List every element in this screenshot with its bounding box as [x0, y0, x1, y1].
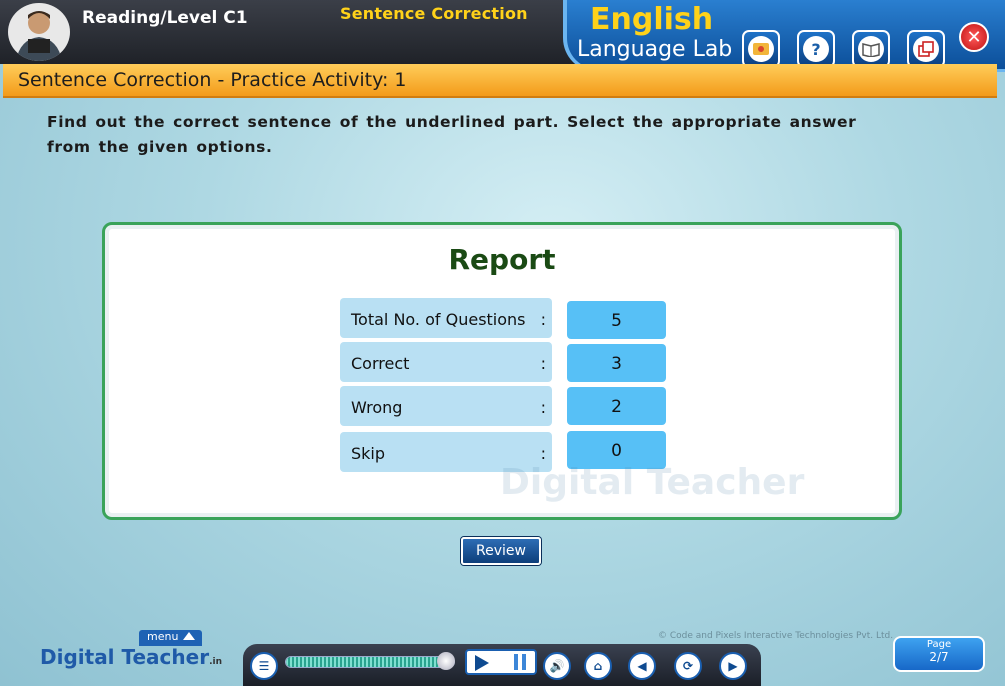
- speaker-icon: 🔊: [549, 659, 565, 673]
- window-button[interactable]: [907, 30, 945, 68]
- page-indicator: Page 2/7: [893, 636, 985, 672]
- menu-label: menu: [147, 630, 179, 643]
- progress-bar[interactable]: [285, 656, 455, 668]
- review-button[interactable]: Review: [461, 537, 541, 565]
- brand-logo: Digital Teacher.in: [40, 645, 222, 669]
- replay-button[interactable]: ⟳: [674, 652, 702, 680]
- report-label-text: Wrong: [351, 398, 403, 417]
- next-button[interactable]: ▶: [719, 652, 747, 680]
- replay-icon: ⟳: [682, 659, 694, 673]
- glossary-icon: [858, 36, 884, 62]
- report-colon: :: [540, 354, 546, 373]
- brand-suffix: .in: [209, 657, 222, 667]
- next-icon: ▶: [728, 659, 738, 673]
- report-label-text: Correct: [351, 354, 410, 373]
- window-icon: [913, 36, 939, 62]
- report-colon: :: [540, 398, 546, 417]
- close-icon: ✕: [966, 26, 982, 48]
- previous-icon: ◀: [637, 659, 647, 673]
- report-title: Report: [448, 243, 556, 276]
- page-label: Page: [926, 639, 952, 650]
- close-button[interactable]: ✕: [959, 22, 989, 52]
- report-row-wrong-value: 2: [567, 387, 666, 425]
- activity-title: Sentence Correction - Practice Activity:…: [18, 69, 407, 91]
- copyright-text: © Code and Pixels Interactive Technologi…: [658, 631, 894, 641]
- home-icon: ⌂: [593, 659, 603, 673]
- watermark: Digital Teacher: [500, 462, 805, 503]
- previous-button[interactable]: ◀: [628, 652, 656, 680]
- lab-title-language: Language Lab: [577, 37, 733, 62]
- lab-title-english: English: [590, 2, 714, 37]
- report-row-correct-label: Correct :: [340, 342, 552, 382]
- chevron-up-icon: [183, 632, 195, 640]
- sitemap-button[interactable]: ☰: [250, 652, 278, 680]
- report-row-wrong-label: Wrong :: [340, 386, 552, 426]
- home-button[interactable]: ⌂: [584, 652, 612, 680]
- activity-titlebar: Sentence Correction - Practice Activity:…: [3, 64, 997, 98]
- volume-button[interactable]: 🔊: [543, 652, 571, 680]
- progress-fill: [286, 657, 448, 667]
- brand-name: Digital Teacher: [40, 645, 210, 669]
- sitemap-icon: ☰: [258, 659, 270, 673]
- textbook-button[interactable]: [742, 30, 780, 68]
- page-number: 2/7: [929, 650, 949, 664]
- report-colon: :: [540, 444, 546, 463]
- level-label: Reading/Level C1: [82, 8, 248, 28]
- topic-title: Sentence Correction: [340, 4, 528, 23]
- pause-icon[interactable]: [514, 654, 526, 670]
- report-row-total-label: Total No. of Questions :: [340, 298, 552, 338]
- glossary-button[interactable]: [852, 30, 890, 68]
- instruction-text: Find out the correct sentence of the und…: [47, 113, 857, 156]
- report-label-text: Total No. of Questions: [351, 310, 526, 329]
- student-avatar: [8, 3, 70, 61]
- report-label-text: Skip: [351, 444, 386, 463]
- textbook-icon: [748, 36, 774, 62]
- report-colon: :: [540, 310, 546, 329]
- play-icon[interactable]: [475, 655, 489, 671]
- report-row-total-value: 5: [567, 301, 666, 339]
- report-row-correct-value: 3: [567, 344, 666, 382]
- help-button[interactable]: ?: [797, 30, 835, 68]
- help-icon: ?: [803, 36, 829, 62]
